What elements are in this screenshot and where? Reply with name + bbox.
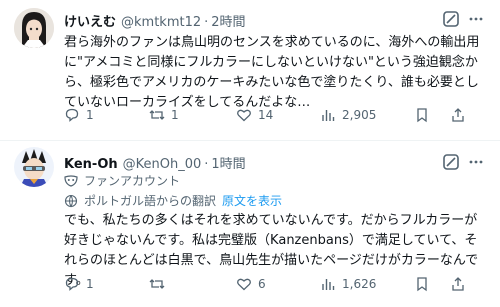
reply-icon xyxy=(65,108,79,122)
badge-label: ファンアカウント xyxy=(84,174,181,188)
separator: · xyxy=(204,15,209,30)
retweet-icon xyxy=(149,279,165,289)
separator: · xyxy=(204,157,209,172)
author-handle[interactable]: @kmtkmt12 xyxy=(121,15,201,30)
views-button[interactable]: 1,626 xyxy=(320,276,376,292)
bookmark-button[interactable] xyxy=(414,276,430,292)
avatar[interactable] xyxy=(14,147,54,187)
author-name[interactable]: けいえむ xyxy=(64,11,116,30)
like-count: 14 xyxy=(258,108,274,122)
reply-count: 1 xyxy=(86,277,94,291)
retweet-button[interactable]: 1 xyxy=(149,107,179,123)
reply-button[interactable]: 1 xyxy=(64,107,94,123)
timestamp[interactable]: 1時間 xyxy=(211,153,245,172)
reply-button[interactable]: 1 xyxy=(64,276,94,292)
views-icon xyxy=(322,279,335,290)
more-icon[interactable] xyxy=(468,11,484,27)
share-icon xyxy=(452,277,464,291)
views-button[interactable]: 2,905 xyxy=(320,107,376,123)
fan-account-badge[interactable]: ファンアカウント xyxy=(64,172,180,189)
avatar[interactable] xyxy=(14,8,54,48)
timestamp[interactable]: 2時間 xyxy=(211,11,245,30)
more-icon[interactable] xyxy=(468,154,484,170)
share-button[interactable] xyxy=(450,276,466,292)
tweet-text: 君ら海外のファンは鳥山明のセンスを求めているのに、海外への輸出用に"アメコミと同… xyxy=(64,35,480,110)
mask-icon xyxy=(64,174,78,187)
bookmark-button[interactable] xyxy=(414,107,430,123)
bookmark-icon xyxy=(417,277,427,292)
reply-count: 1 xyxy=(86,108,94,122)
heart-icon xyxy=(237,278,251,291)
tweet-2[interactable]: Ken-Oh @KenOh_00 · 1時間 ファンアカウント ポルトガル語から… xyxy=(0,141,500,307)
retweet-button[interactable] xyxy=(149,276,171,292)
retweet-icon xyxy=(149,110,165,120)
grok-icon[interactable] xyxy=(442,10,460,28)
grok-icon[interactable] xyxy=(442,153,460,171)
bookmark-icon xyxy=(417,108,427,123)
reply-icon xyxy=(65,277,79,291)
show-original-link[interactable]: 原文を表示 xyxy=(222,192,282,209)
action-bar: 1 6 1,626 xyxy=(64,276,490,296)
action-bar: 1 1 14 2,905 xyxy=(64,107,490,127)
translation-note: ポルトガル語からの翻訳 原文を表示 xyxy=(64,192,282,209)
author-handle[interactable]: @KenOh_00 xyxy=(123,157,202,172)
retweet-count: 1 xyxy=(171,108,179,122)
view-count: 1,626 xyxy=(342,277,377,291)
views-icon xyxy=(322,110,335,121)
author-name[interactable]: Ken-Oh xyxy=(64,157,118,172)
heart-icon xyxy=(237,109,251,122)
like-button[interactable]: 6 xyxy=(236,276,266,292)
tweet-1[interactable]: けいえむ @kmtkmt12 · 2時間 君ら海外のファンは鳥山明のセンスを求め… xyxy=(0,0,500,141)
like-button[interactable]: 14 xyxy=(236,107,273,123)
globe-icon xyxy=(64,194,78,208)
translated-from: ポルトガル語からの翻訳 xyxy=(84,194,217,208)
like-count: 6 xyxy=(258,277,266,291)
view-count: 2,905 xyxy=(342,108,377,122)
share-button[interactable] xyxy=(450,107,466,123)
share-icon xyxy=(452,108,464,122)
